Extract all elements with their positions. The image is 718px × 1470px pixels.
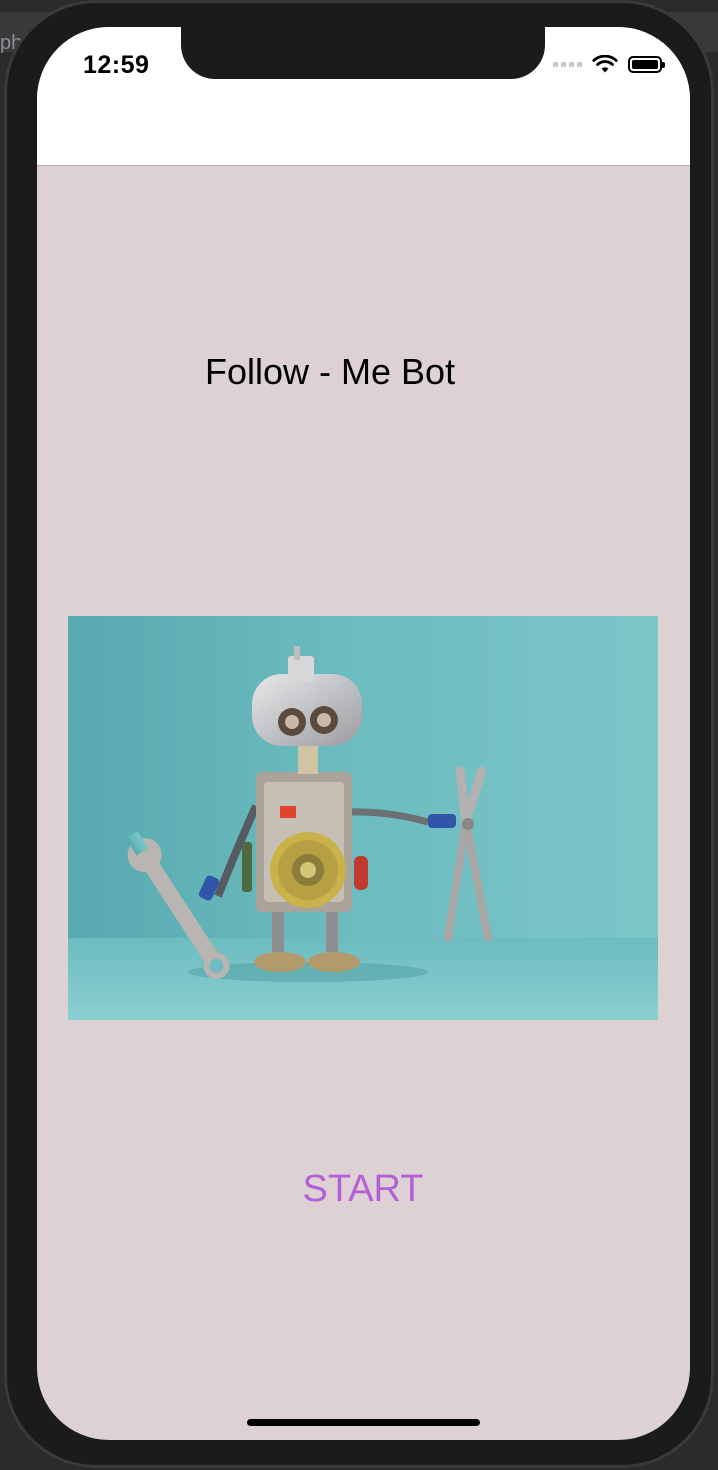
status-time: 12:59 — [83, 51, 150, 79]
app-screen: 12:59 Follow - Me Bot START — [37, 27, 690, 1440]
battery-icon — [628, 56, 665, 73]
robot-illustration-icon — [68, 616, 658, 1020]
start-button[interactable]: START — [263, 1159, 463, 1219]
page-title: Follow - Me Bot — [205, 351, 456, 392]
phone-frame: 12:59 Follow - Me Bot START — [4, 0, 714, 1468]
status-indicators — [553, 55, 665, 74]
device-notch — [181, 27, 545, 79]
cellular-signal-icon — [553, 62, 582, 67]
navigation-bar: 12:59 — [37, 27, 690, 166]
home-indicator[interactable] — [247, 1419, 480, 1426]
wifi-icon — [592, 55, 618, 73]
robot-image — [68, 616, 658, 1020]
